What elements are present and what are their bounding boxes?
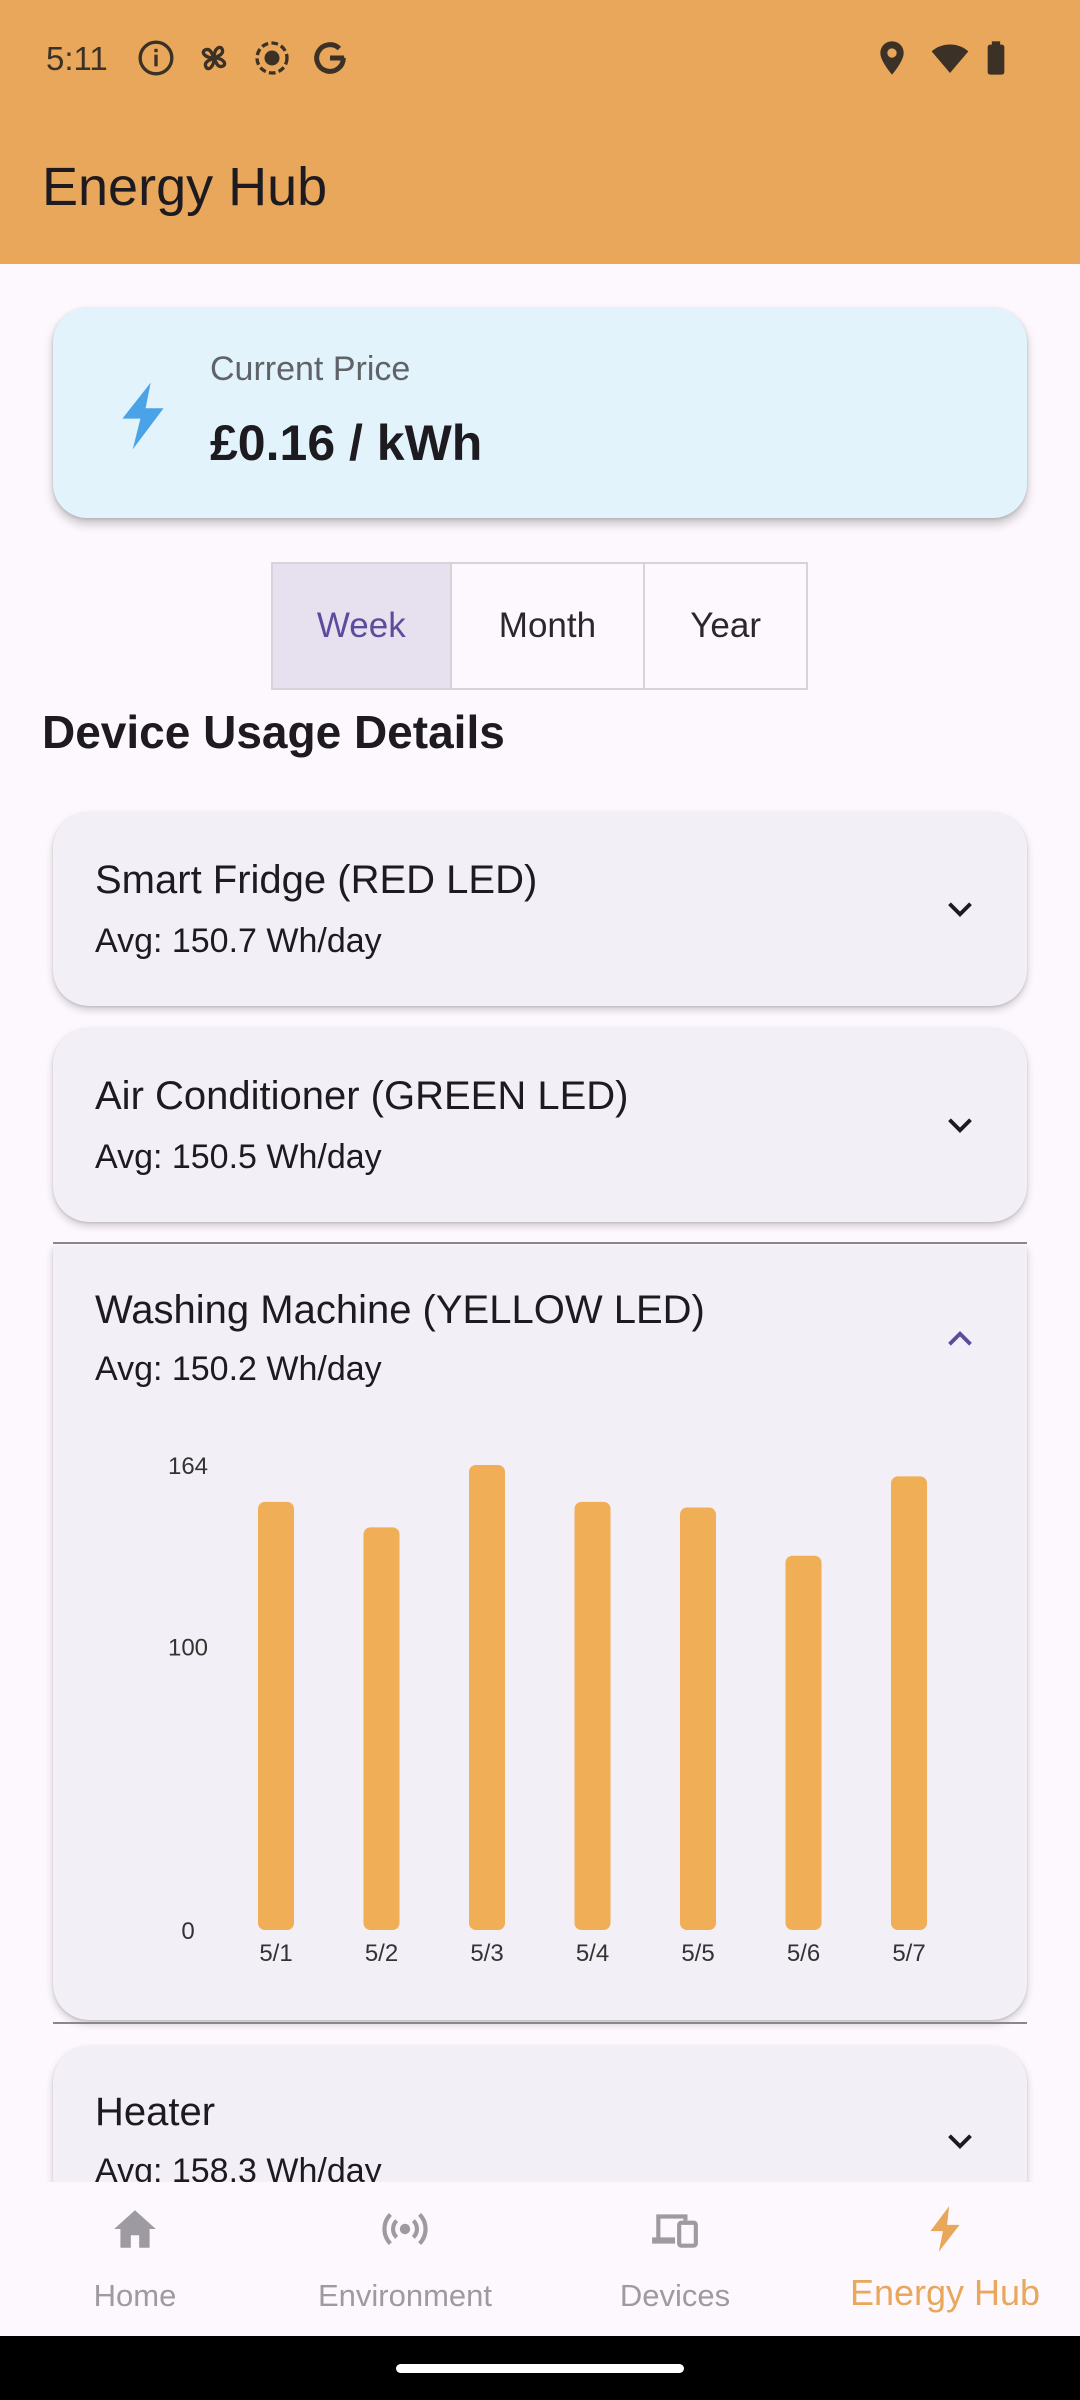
status-time: 5:11 <box>46 40 108 77</box>
divider <box>53 2022 1027 2024</box>
usage-bar-chart: 0 100 164 5/1 5/2 5/3 5/4 5/5 5/6 5/7 <box>168 1453 927 1967</box>
device-card-washing-machine[interactable]: Washing Machine (YELLOW LED) Avg: 150.2 … <box>53 1246 1027 2020</box>
bar-5/1[interactable] <box>258 1501 294 1930</box>
nav-label: Environment <box>317 2278 493 2313</box>
nav-home[interactable]: Home <box>0 2182 270 2336</box>
device-name: Heater <box>95 2090 216 2134</box>
home-icon <box>114 2210 156 2248</box>
nav-label: Devices <box>619 2278 731 2313</box>
device-average: Avg: 150.7 Wh/day <box>95 922 382 960</box>
x-tick-label: 5/4 <box>576 1940 609 1967</box>
app-bar: 5:11 Energy Hub <box>0 0 1080 264</box>
y-tick-label: 0 <box>181 1918 194 1945</box>
period-year-button[interactable]: Year <box>643 564 806 688</box>
lightning-bolt-icon <box>930 2206 960 2252</box>
period-month-button[interactable]: Month <box>449 564 644 688</box>
device-average: Avg: 150.5 Wh/day <box>95 1138 382 1176</box>
nav-devices[interactable]: Devices <box>540 2182 810 2336</box>
wifi-icon <box>931 44 969 73</box>
battery-icon <box>987 41 1005 75</box>
bar-5/7[interactable] <box>891 1476 927 1930</box>
current-price-card: Current Price £0.16 / kWh <box>53 308 1027 518</box>
home-gesture-handle[interactable] <box>396 2364 684 2373</box>
nav-label: Home <box>93 2278 177 2313</box>
location-icon <box>880 41 904 75</box>
y-tick-label: 164 <box>168 1453 208 1480</box>
device-name: Smart Fridge (RED LED) <box>95 858 538 902</box>
chevron-down-icon[interactable] <box>939 888 981 930</box>
chevron-down-icon[interactable] <box>939 2120 981 2162</box>
nav-environment[interactable]: Environment <box>270 2182 540 2336</box>
y-tick-label: 100 <box>168 1634 208 1661</box>
broadcast-icon <box>382 2212 428 2246</box>
bar-5/5[interactable] <box>680 1507 716 1930</box>
nav-label: Energy Hub <box>849 2272 1041 2313</box>
fan-icon <box>201 45 227 71</box>
price-label: Current Price <box>210 350 411 388</box>
info-icon <box>138 40 174 76</box>
device-card-smart-fridge[interactable]: Smart Fridge (RED LED) Avg: 150.7 Wh/day <box>53 812 1027 1006</box>
x-tick-label: 5/3 <box>470 1940 503 1967</box>
devices-icon <box>652 2214 698 2248</box>
x-tick-label: 5/1 <box>259 1940 292 1967</box>
device-card-air-conditioner[interactable]: Air Conditioner (GREEN LED) Avg: 150.5 W… <box>53 1028 1027 1222</box>
x-tick-label: 5/5 <box>681 1940 714 1967</box>
divider <box>53 1242 1027 1244</box>
page-title: Energy Hub <box>42 157 328 217</box>
price-value: £0.16 / kWh <box>210 415 483 471</box>
nav-energy-hub[interactable]: Energy Hub <box>810 2182 1080 2336</box>
system-navigation-bar <box>0 2336 1080 2400</box>
section-title: Device Usage Details <box>42 706 505 758</box>
bar-5/3[interactable] <box>469 1465 505 1930</box>
x-tick-label: 5/6 <box>787 1940 820 1967</box>
x-tick-label: 5/2 <box>365 1940 398 1967</box>
bottom-navigation: Home Environment Devices Energy Hub <box>0 2182 1080 2336</box>
bar-5/6[interactable] <box>785 1555 822 1930</box>
period-week-button[interactable]: Week <box>273 564 450 688</box>
bar-5/4[interactable] <box>574 1501 611 1930</box>
lightning-bolt-icon <box>122 382 164 450</box>
device-name: Air Conditioner (GREEN LED) <box>95 1074 629 1118</box>
record-icon <box>255 41 289 75</box>
chevron-down-icon[interactable] <box>939 1104 981 1146</box>
period-selector: Week Month Year <box>271 562 808 690</box>
x-tick-label: 5/7 <box>892 1940 925 1967</box>
google-icon <box>314 42 346 74</box>
bar-5/2[interactable] <box>363 1527 400 1930</box>
